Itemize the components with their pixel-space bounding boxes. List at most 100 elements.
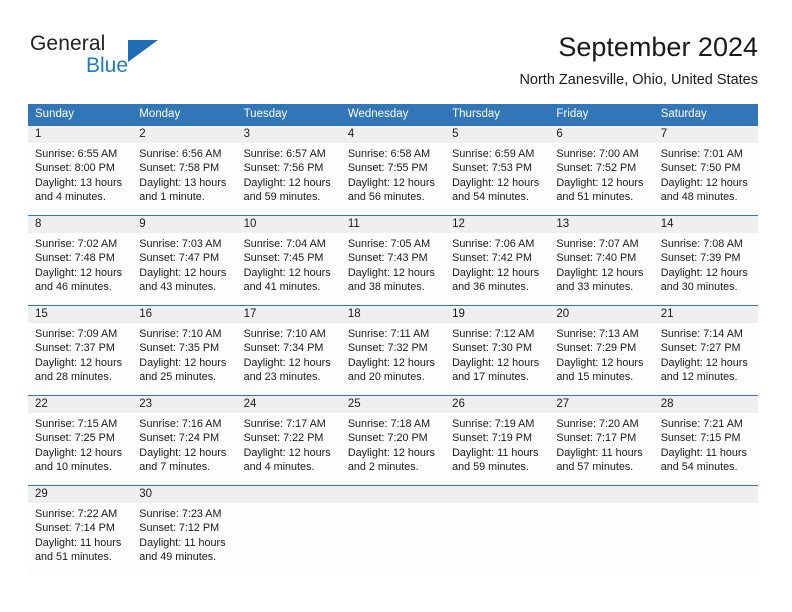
sunset-text: Sunset: 7:30 PM	[452, 342, 532, 355]
sunrise-text: Sunrise: 7:23 AM	[139, 508, 222, 520]
day-cell[interactable]: Sunrise: 7:10 AM Sunset: 7:34 PM Dayligh…	[237, 323, 341, 395]
date-number[interactable]: 15	[28, 306, 132, 323]
day-cell[interactable]: Sunrise: 7:11 AM Sunset: 7:32 PM Dayligh…	[341, 323, 445, 395]
triangle-logo-icon	[128, 40, 158, 62]
brand-logo[interactable]: General Blue	[30, 32, 210, 82]
date-number[interactable]: 25	[341, 396, 445, 413]
week-row: 15 16 17 18 19 20 21 Sunrise: 7:09 AM Su…	[28, 305, 758, 395]
date-number[interactable]: 23	[132, 396, 236, 413]
date-number[interactable]: 3	[237, 126, 341, 143]
day-header-thursday: Thursday	[452, 108, 501, 120]
date-number[interactable]: 28	[654, 396, 758, 413]
date-number[interactable]: 18	[341, 306, 445, 323]
day-cell[interactable]: Sunrise: 7:22 AM Sunset: 7:14 PM Dayligh…	[28, 503, 132, 575]
day-cell[interactable]: Sunrise: 7:02 AM Sunset: 7:48 PM Dayligh…	[28, 233, 132, 305]
day-cell[interactable]: Sunrise: 7:04 AM Sunset: 7:45 PM Dayligh…	[237, 233, 341, 305]
date-number[interactable]: 21	[654, 306, 758, 323]
date-number[interactable]: 27	[549, 396, 653, 413]
date-number[interactable]: 14	[654, 216, 758, 233]
sunset-text: Sunset: 7:29 PM	[556, 342, 637, 355]
sunrise-text: Sunrise: 7:14 AM	[660, 328, 743, 340]
daylight-text-line2: and 41 minutes.	[243, 281, 321, 294]
sunrise-text: Sunrise: 6:56 AM	[139, 148, 222, 160]
date-number[interactable]: 29	[28, 486, 132, 503]
day-cell[interactable]: Sunrise: 7:17 AM Sunset: 7:22 PM Dayligh…	[237, 413, 341, 485]
day-cell[interactable]: Sunrise: 7:01 AM Sunset: 7:50 PM Dayligh…	[654, 143, 758, 215]
daylight-text-line1: Daylight: 11 hours	[556, 446, 643, 459]
date-number[interactable]: 30	[132, 486, 236, 503]
day-cell[interactable]: Sunrise: 7:14 AM Sunset: 7:27 PM Dayligh…	[654, 323, 758, 395]
sunrise-text: Sunrise: 7:01 AM	[660, 148, 743, 160]
date-number[interactable]: 8	[28, 216, 132, 233]
date-number[interactable]: 6	[549, 126, 653, 143]
daylight-text-line2: and 36 minutes.	[452, 281, 529, 294]
daylight-text-line2: and 48 minutes.	[660, 191, 738, 204]
date-number[interactable]: 1	[28, 126, 132, 143]
day-cell-empty	[237, 503, 341, 575]
date-number[interactable]: 22	[28, 396, 132, 413]
day-cell-empty	[341, 503, 445, 575]
date-number[interactable]: 26	[445, 396, 549, 413]
date-number-empty	[237, 486, 341, 503]
location-subtitle: North Zanesville, Ohio, United States	[519, 72, 758, 88]
day-cell[interactable]: Sunrise: 7:23 AM Sunset: 7:12 PM Dayligh…	[132, 503, 236, 575]
day-cell[interactable]: Sunrise: 7:00 AM Sunset: 7:52 PM Dayligh…	[549, 143, 653, 215]
sunrise-text: Sunrise: 7:05 AM	[347, 238, 431, 250]
day-cell[interactable]: Sunrise: 7:05 AM Sunset: 7:43 PM Dayligh…	[341, 233, 445, 305]
day-cell[interactable]: Sunrise: 7:03 AM Sunset: 7:47 PM Dayligh…	[132, 233, 236, 305]
day-cell[interactable]: Sunrise: 7:16 AM Sunset: 7:24 PM Dayligh…	[132, 413, 236, 485]
daylight-text-line2: and 49 minutes.	[139, 551, 217, 564]
date-number[interactable]: 4	[341, 126, 445, 143]
date-number[interactable]: 20	[549, 306, 653, 323]
day-cell[interactable]: Sunrise: 6:57 AM Sunset: 7:56 PM Dayligh…	[237, 143, 341, 215]
date-number[interactable]: 9	[132, 216, 236, 233]
daylight-text-line1: Daylight: 12 hours	[660, 356, 748, 369]
daylight-text-line2: and 33 minutes.	[556, 281, 634, 294]
sunrise-text: Sunrise: 7:17 AM	[243, 418, 326, 430]
daylight-text-line2: and 38 minutes.	[347, 281, 425, 294]
date-number[interactable]: 17	[237, 306, 341, 323]
date-number[interactable]: 2	[132, 126, 236, 143]
day-cell[interactable]: Sunrise: 6:58 AM Sunset: 7:55 PM Dayligh…	[341, 143, 445, 215]
sunrise-text: Sunrise: 7:03 AM	[139, 238, 222, 250]
day-cell[interactable]: Sunrise: 7:07 AM Sunset: 7:40 PM Dayligh…	[549, 233, 653, 305]
day-cell[interactable]: Sunrise: 7:18 AM Sunset: 7:20 PM Dayligh…	[341, 413, 445, 485]
sunrise-text: Sunrise: 7:22 AM	[35, 508, 118, 520]
date-number[interactable]: 11	[341, 216, 445, 233]
daylight-text-line2: and 59 minutes.	[243, 191, 321, 204]
day-cell[interactable]: Sunrise: 7:15 AM Sunset: 7:25 PM Dayligh…	[28, 413, 132, 485]
sunset-text: Sunset: 7:32 PM	[347, 342, 428, 355]
date-number-empty	[549, 486, 653, 503]
day-cell[interactable]: Sunrise: 7:21 AM Sunset: 7:15 PM Dayligh…	[654, 413, 758, 485]
day-cell[interactable]: Sunrise: 7:08 AM Sunset: 7:39 PM Dayligh…	[654, 233, 758, 305]
date-number[interactable]: 19	[445, 306, 549, 323]
daylight-text-line1: Daylight: 13 hours	[35, 176, 123, 189]
day-cell[interactable]: Sunrise: 7:20 AM Sunset: 7:17 PM Dayligh…	[549, 413, 653, 485]
sunrise-text: Sunrise: 7:00 AM	[556, 148, 639, 160]
day-cell[interactable]: Sunrise: 6:59 AM Sunset: 7:53 PM Dayligh…	[445, 143, 549, 215]
week-row: 22 23 24 25 26 27 28 Sunrise: 7:15 AM Su…	[28, 395, 758, 485]
day-cell-empty	[445, 503, 549, 575]
day-cell[interactable]: Sunrise: 6:55 AM Sunset: 8:00 PM Dayligh…	[28, 143, 132, 215]
day-cell[interactable]: Sunrise: 6:56 AM Sunset: 7:58 PM Dayligh…	[132, 143, 236, 215]
sunrise-text: Sunrise: 7:18 AM	[347, 418, 431, 430]
date-number[interactable]: 13	[549, 216, 653, 233]
daylight-text-line1: Daylight: 12 hours	[139, 266, 227, 279]
day-cell[interactable]: Sunrise: 7:19 AM Sunset: 7:19 PM Dayligh…	[445, 413, 549, 485]
date-number[interactable]: 16	[132, 306, 236, 323]
date-number[interactable]: 24	[237, 396, 341, 413]
daylight-text-line2: and 10 minutes.	[35, 461, 112, 474]
day-cell[interactable]: Sunrise: 7:09 AM Sunset: 7:37 PM Dayligh…	[28, 323, 132, 395]
date-number[interactable]: 10	[237, 216, 341, 233]
day-cell[interactable]: Sunrise: 7:12 AM Sunset: 7:30 PM Dayligh…	[445, 323, 549, 395]
sunrise-text: Sunrise: 7:10 AM	[243, 328, 326, 340]
date-number[interactable]: 5	[445, 126, 549, 143]
date-number[interactable]: 7	[654, 126, 758, 143]
daylight-text-line1: Daylight: 11 hours	[139, 536, 226, 549]
day-cell[interactable]: Sunrise: 7:06 AM Sunset: 7:42 PM Dayligh…	[445, 233, 549, 305]
daylight-text-line1: Daylight: 12 hours	[452, 266, 540, 279]
day-cell[interactable]: Sunrise: 7:13 AM Sunset: 7:29 PM Dayligh…	[549, 323, 653, 395]
daylight-text-line1: Daylight: 12 hours	[452, 176, 540, 189]
day-cell[interactable]: Sunrise: 7:10 AM Sunset: 7:35 PM Dayligh…	[132, 323, 236, 395]
date-number[interactable]: 12	[445, 216, 549, 233]
